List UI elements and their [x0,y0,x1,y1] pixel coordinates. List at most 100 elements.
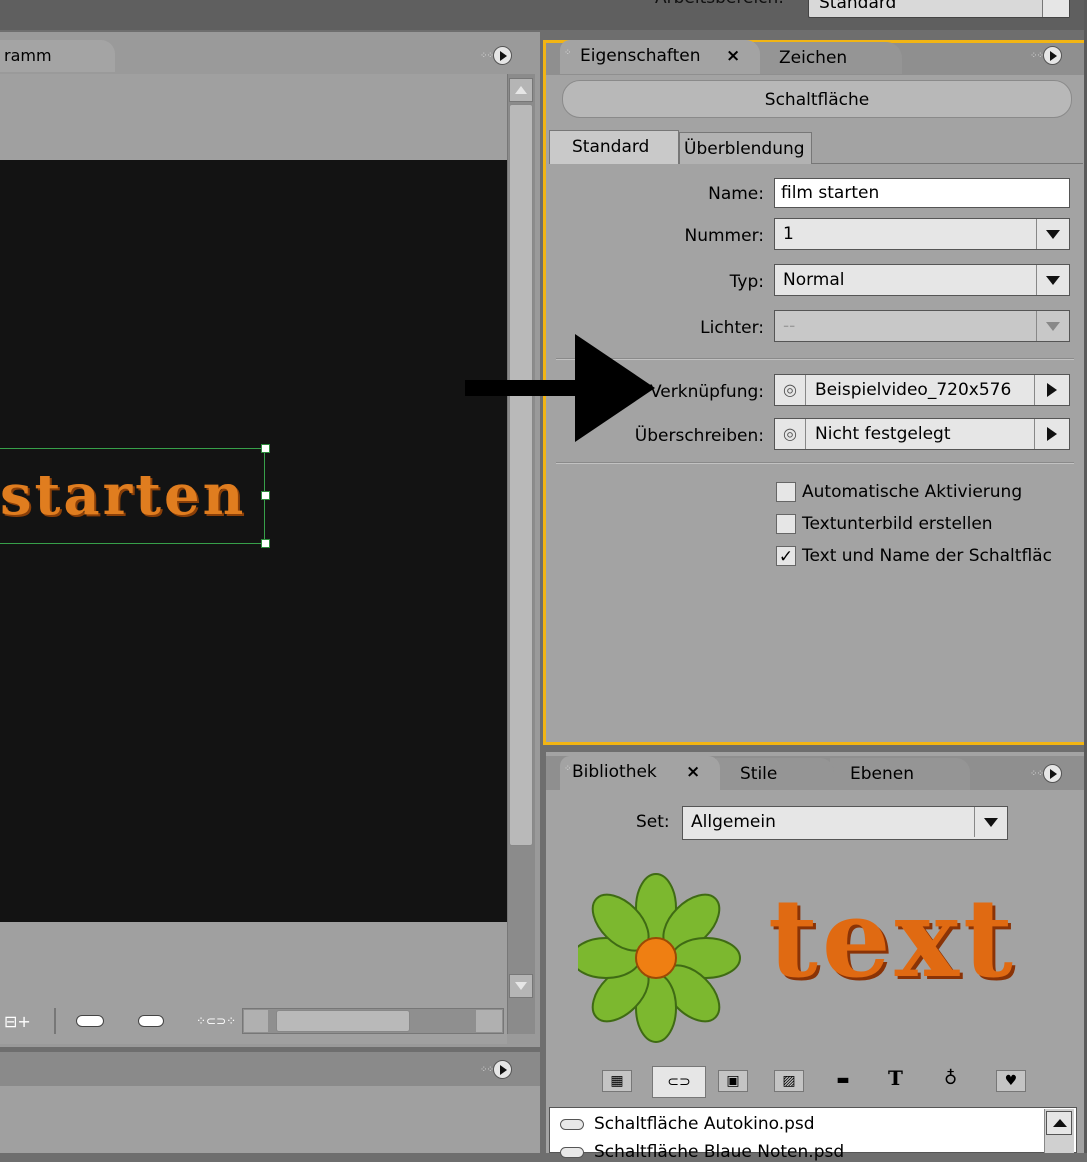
button-shape-glow-icon[interactable]: ⁘⊂⊃⁘ [196,1014,236,1028]
checkbox-text-subpicture-label: Textunterbild erstellen [802,514,993,534]
close-icon[interactable]: × [686,762,700,782]
play-arrow-icon[interactable] [1034,375,1069,405]
grip-icon: ⁘ [564,48,572,58]
subtab-standard[interactable]: Standard [549,130,679,164]
workspace-select[interactable]: Standard [808,0,1070,18]
button-icon[interactable]: ⊂⊃ [652,1066,706,1098]
grip-icon: ⁘⁘ [480,1065,494,1075]
resize-handle-bottom[interactable] [261,539,270,548]
button-shape-small-icon[interactable] [138,1015,164,1027]
checkmark-icon: ✓ [778,547,794,567]
panel-menu-button[interactable]: ⁘⁘ [480,44,512,68]
library-item-list: Schaltfläche Autokino.psd Schaltfläche B… [549,1107,1077,1162]
typ-select-value: Normal [783,270,845,290]
vertical-scroll-thumb[interactable] [509,104,533,846]
pattern-icon[interactable]: ▨ [774,1070,804,1092]
close-icon[interactable]: × [726,46,740,66]
chevron-down-icon [1036,311,1069,341]
tab-eigenschaften-label: Eigenschaften [580,46,701,66]
set-select-value: Allgemein [691,812,776,832]
flyout-menu-icon [493,1060,512,1079]
resize-handle-top[interactable] [261,444,270,453]
list-item-label: Schaltfläche Autokino.psd [594,1114,815,1134]
grid-icon[interactable]: ▦ [602,1070,632,1092]
ueberschreiben-field[interactable]: ◎ Nicht festgelegt [774,418,1070,450]
chevron-down-icon[interactable] [974,807,1007,837]
scroll-left-arrow-icon[interactable] [244,1010,268,1032]
lower-panel-menu-button[interactable]: ⁘⁘ [480,1058,512,1082]
library-preview: text [571,860,1048,1050]
preview-text: text [768,876,1017,1002]
workspace-select-value: Standard [819,0,897,13]
lichter-select: -- [774,310,1070,342]
divider [556,462,1074,464]
button-shape-icon [560,1118,584,1130]
nummer-select[interactable]: 1 [774,218,1070,250]
chevron-down-icon[interactable] [1036,265,1069,295]
arrow-annotation-icon [465,334,655,442]
lichter-select-value: -- [783,316,796,336]
scroll-up-arrow-icon[interactable] [509,78,533,102]
resize-handle-middle[interactable] [261,491,270,500]
scroll-right-arrow-icon[interactable] [476,1010,502,1032]
checkbox-text-and-name[interactable]: ✓ [776,546,796,567]
tab-monitor-label: ramm [4,46,52,65]
color-icon[interactable]: ♁ [944,1068,957,1089]
button-shape-icon[interactable] [76,1015,104,1027]
selection-box[interactable] [0,448,265,544]
scroll-up-arrow-icon[interactable] [1046,1111,1072,1135]
link-spiral-icon[interactable]: ◎ [775,419,806,449]
lichter-label: Lichter: [700,318,764,338]
tab-monitor[interactable]: ramm [0,40,115,72]
folder-icon[interactable]: ▬ [832,1073,854,1087]
flyout-menu-icon [493,46,512,65]
button-shape-icon [560,1146,584,1158]
tab-bibliothek[interactable]: ⁘ Bibliothek × [560,756,720,790]
checkbox-text-subpicture[interactable] [776,514,796,534]
chevron-down-icon[interactable] [1036,219,1069,249]
chevron-down-icon[interactable] [1042,0,1069,17]
lower-panel-body [0,1086,540,1153]
workspace-label: Arbeitsbereich: [655,0,784,8]
nummer-select-value: 1 [783,224,794,244]
lower-panel-tabbar [0,1052,540,1086]
text-icon[interactable]: T [888,1066,903,1090]
grip-icon: ⁘⁘ [1030,769,1044,779]
scroll-down-arrow-icon[interactable] [509,974,533,998]
list-item-label: Schaltfläche Blaue Noten.psd [594,1142,845,1162]
object-type-header: Schaltfläche [562,80,1072,118]
tab-ebenen[interactable]: Ebenen [830,758,970,790]
checkbox-auto-activate[interactable] [776,482,796,502]
grip-icon: ⁘⁘ [1030,51,1044,61]
subtab-standard-label: Standard [572,137,650,157]
grip-icon: ⁘ [564,764,572,774]
list-item[interactable]: Schaltfläche Autokino.psd [560,1114,815,1134]
tab-eigenschaften[interactable]: ⁘ Eigenschaften × [560,40,760,74]
tab-ebenen-label: Ebenen [850,764,914,784]
image-icon[interactable]: ▣ [718,1070,748,1092]
name-field-value: film starten [781,183,880,203]
subtab-ueberblendung-label: Überblendung [684,139,805,159]
set-select[interactable]: Allgemein [682,806,1008,840]
heart-icon[interactable]: ♥ [996,1070,1026,1092]
add-button-icon[interactable]: ⊟+ [4,1012,31,1031]
typ-select[interactable]: Normal [774,264,1070,296]
verknuepfung-field[interactable]: ◎ Beispielvideo_720x576 [774,374,1070,406]
link-spiral-icon[interactable]: ◎ [775,375,806,405]
tab-zeichen[interactable]: Zeichen [752,42,902,74]
list-item[interactable]: Schaltfläche Blaue Noten.psd [560,1142,844,1162]
properties-panel-menu-button[interactable]: ⁘⁘ [1030,44,1062,68]
tab-stile[interactable]: Stile [716,758,834,790]
checkbox-auto-activate-label: Automatische Aktivierung [802,482,1023,502]
flyout-menu-icon [1043,764,1062,783]
name-label: Name: [708,184,764,204]
checkbox-text-and-name-label: Text und Name der Schaltfläc [802,546,1052,566]
library-panel-menu-button[interactable]: ⁘⁘ [1030,762,1062,786]
play-arrow-icon[interactable] [1034,419,1069,449]
name-field[interactable]: film starten [774,178,1070,208]
horizontal-scroll-thumb[interactable] [276,1010,410,1032]
subtab-ueberblendung[interactable]: Überblendung [679,132,812,164]
set-label: Set: [636,812,670,832]
ueberschreiben-value: Nicht festgelegt [815,424,951,444]
verknuepfung-value: Beispielvideo_720x576 [815,380,1012,400]
